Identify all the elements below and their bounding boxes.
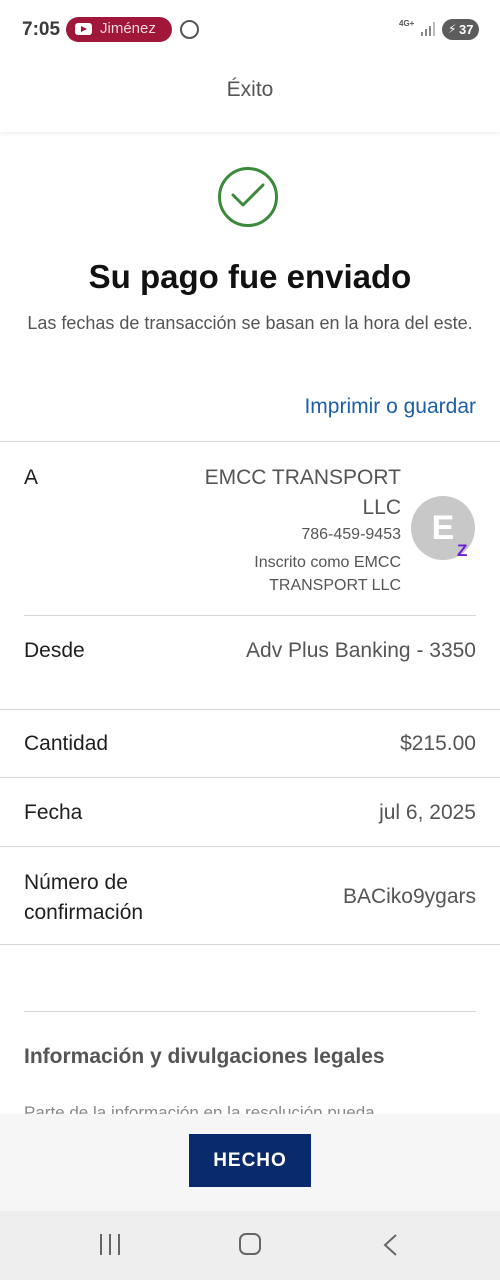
legal-section-title[interactable]: Información y divulgaciones legales	[24, 1045, 385, 1069]
divider	[0, 944, 500, 945]
recipient-phone: 786-459-9453	[301, 526, 401, 543]
amount-label: Cantidad	[24, 732, 109, 755]
zelle-badge-icon: Z	[457, 541, 468, 560]
youtube-icon	[75, 23, 92, 35]
whatsapp-icon	[180, 20, 199, 39]
network-type: 4G+	[399, 19, 415, 28]
confirmation-title: Su pago fue enviado	[88, 258, 412, 295]
home-icon[interactable]	[239, 1233, 261, 1255]
signal-icon	[421, 22, 435, 36]
from-label: Desde	[24, 639, 85, 662]
confirmation-number-label: Número de confirmación	[24, 871, 144, 924]
page-title: Éxito	[226, 78, 274, 101]
charging-bolt-icon: ⚡	[448, 22, 457, 36]
divider	[24, 1011, 476, 1012]
system-navigation-bar	[0, 1211, 500, 1280]
app-header: Éxito	[0, 60, 500, 132]
divider	[0, 441, 500, 442]
amount-value: $215.00	[400, 732, 476, 755]
confirmation-subtitle: Las fechas de transacción se basan en la…	[27, 313, 473, 333]
from-account-value: Adv Plus Banking - 3350	[246, 639, 476, 662]
confirmation-number-value: BACiko9ygars	[342, 885, 476, 908]
recipient-label: A	[24, 466, 39, 489]
done-button[interactable]: HECHO	[189, 1134, 311, 1187]
divider	[0, 777, 500, 778]
recipient-enrolled-as: Inscrito como EMCC TRANSPORT LLC	[254, 554, 401, 594]
back-icon[interactable]	[380, 1233, 400, 1257]
recent-apps-icon[interactable]	[100, 1234, 122, 1255]
battery-level: 37	[459, 22, 474, 37]
date-value: jul 6, 2025	[379, 801, 476, 824]
date-label: Fecha	[24, 801, 83, 824]
youtube-notification-pill[interactable]: Jiménez	[66, 17, 172, 42]
divider	[24, 615, 476, 616]
recipient-name: EMCC TRANSPORT LLC	[204, 466, 401, 519]
status-bar: 7:05 Jiménez 4G+ ⚡ 37	[0, 0, 500, 60]
notification-app-name: Jiménez	[100, 20, 156, 37]
status-time: 7:05	[22, 19, 61, 40]
footer-bar: HECHO	[0, 1114, 500, 1211]
divider	[0, 846, 500, 847]
checkmark-icon	[231, 183, 265, 207]
battery-indicator: ⚡ 37	[442, 19, 479, 40]
success-check-icon	[218, 167, 278, 227]
divider	[0, 709, 500, 710]
print-or-save-link[interactable]: Imprimir o guardar	[304, 395, 476, 419]
